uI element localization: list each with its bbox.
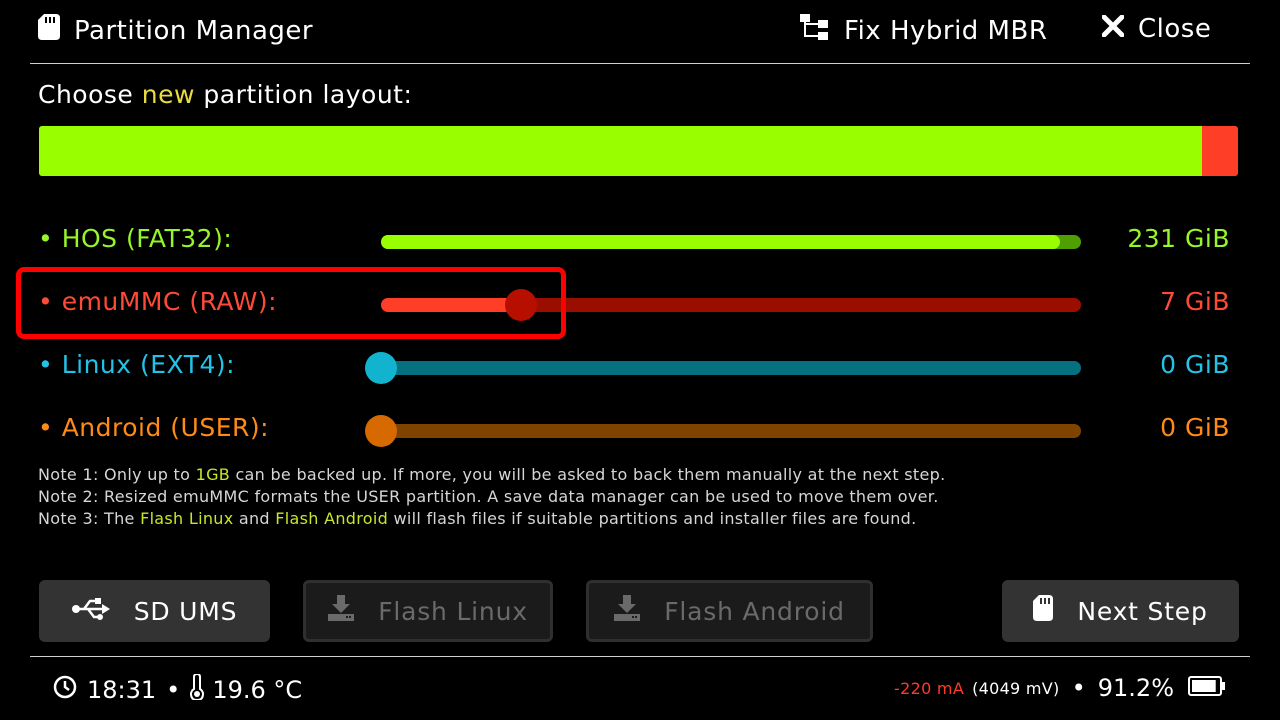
partition-slider-linux[interactable] xyxy=(365,352,1081,384)
temperature: 19.6 °C xyxy=(212,676,303,704)
flash-linux-button[interactable]: Flash Linux xyxy=(303,580,553,642)
status-bar: 18:31 • 19.6 °C -220 mA (4049 mV) • 91.2… xyxy=(0,664,1280,714)
slider-fill xyxy=(381,298,521,312)
page-title: Partition Manager xyxy=(38,14,313,47)
sitemap-icon xyxy=(800,14,830,47)
status-divider xyxy=(30,656,1250,657)
partition-slider-hos[interactable] xyxy=(381,235,1081,249)
flash-android-button[interactable]: Flash Android xyxy=(586,580,873,642)
sd-ums-label: SD UMS xyxy=(133,596,238,626)
layout-heading-highlight: new xyxy=(141,80,195,109)
separator-dot: • xyxy=(1071,674,1086,702)
battery-voltage: (4049 mV) xyxy=(972,678,1060,698)
partition-manager-screen: Partition Manager Fix Hybrid MBR Close C… xyxy=(0,0,1280,720)
download-icon xyxy=(614,595,641,627)
sd-card-icon xyxy=(38,14,60,47)
fix-hybrid-mbr-label: Fix Hybrid MBR xyxy=(844,15,1048,46)
note-1: Note 1: Only up to 1GB can be backed up.… xyxy=(38,465,946,484)
partition-size-android: 0 GiB xyxy=(1160,413,1230,442)
flash-android-label: Flash Android xyxy=(664,596,845,626)
partition-label-hos: • HOS (FAT32): xyxy=(38,224,233,253)
header: Partition Manager Fix Hybrid MBR Close xyxy=(0,0,1280,64)
sd-card-icon xyxy=(1033,595,1054,627)
notes: Note 1: Only up to 1GB can be backed up.… xyxy=(38,464,945,530)
partition-label-linux: • Linux (EXT4): xyxy=(38,350,236,379)
close-icon xyxy=(1101,14,1125,44)
layout-heading-suffix: partition layout: xyxy=(203,80,413,109)
next-step-button[interactable]: Next Step xyxy=(1002,580,1239,642)
partition-slider-android[interactable] xyxy=(365,415,1081,447)
slider-knob[interactable] xyxy=(505,289,537,321)
partition-label-emummc: • emuMMC (RAW): xyxy=(38,287,278,316)
partition-slider-emummc[interactable] xyxy=(381,289,1081,321)
partition-size-emummc: 7 GiB xyxy=(1160,287,1230,316)
overview-segment-emummc xyxy=(1202,126,1238,176)
partition-overview-bar xyxy=(39,126,1238,176)
clock-time: 18:31 xyxy=(87,676,157,704)
layout-heading-prefix: Choose xyxy=(38,80,134,109)
partition-size-linux: 0 GiB xyxy=(1160,350,1230,379)
slider-knob[interactable] xyxy=(365,415,397,447)
slider-fill xyxy=(381,235,1060,249)
fix-hybrid-mbr-button[interactable]: Fix Hybrid MBR xyxy=(800,14,1047,47)
battery-current: -220 mA xyxy=(894,678,965,698)
partition-row-emummc: • emuMMC (RAW): 7 GiB xyxy=(0,279,1280,329)
partition-size-hos: 231 GiB xyxy=(1127,224,1230,253)
usb-icon xyxy=(71,597,110,626)
sd-ums-button[interactable]: SD UMS xyxy=(39,580,270,642)
partition-row-linux: • Linux (EXT4): 0 GiB xyxy=(0,342,1280,392)
separator-dot: • xyxy=(166,676,181,704)
note-3: Note 3: The Flash Linux and Flash Androi… xyxy=(38,509,917,528)
page-title-text: Partition Manager xyxy=(74,15,314,46)
partition-label-android: • Android (USER): xyxy=(38,413,270,442)
battery-percent: 91.2% xyxy=(1097,674,1174,702)
download-icon xyxy=(328,595,355,627)
close-label: Close xyxy=(1138,14,1212,44)
note-2: Note 2: Resized emuMMC formats the USER … xyxy=(38,487,939,506)
partition-row-android: • Android (USER): 0 GiB xyxy=(0,405,1280,455)
next-step-label: Next Step xyxy=(1077,596,1208,626)
status-right: -220 mA (4049 mV) • 91.2% xyxy=(894,674,1226,702)
status-left: 18:31 • 19.6 °C xyxy=(53,672,303,706)
battery-icon xyxy=(1188,674,1226,702)
overview-segment-hos xyxy=(39,126,1203,176)
partition-row-hos: • HOS (FAT32): 231 GiB xyxy=(0,216,1280,266)
flash-linux-label: Flash Linux xyxy=(378,596,528,626)
thermometer-icon xyxy=(190,672,205,706)
clock-icon xyxy=(53,675,77,705)
close-button[interactable]: Close xyxy=(1101,14,1212,44)
layout-heading: Choose new partition layout: xyxy=(38,80,412,109)
header-divider xyxy=(30,63,1250,64)
slider-knob[interactable] xyxy=(365,352,397,384)
